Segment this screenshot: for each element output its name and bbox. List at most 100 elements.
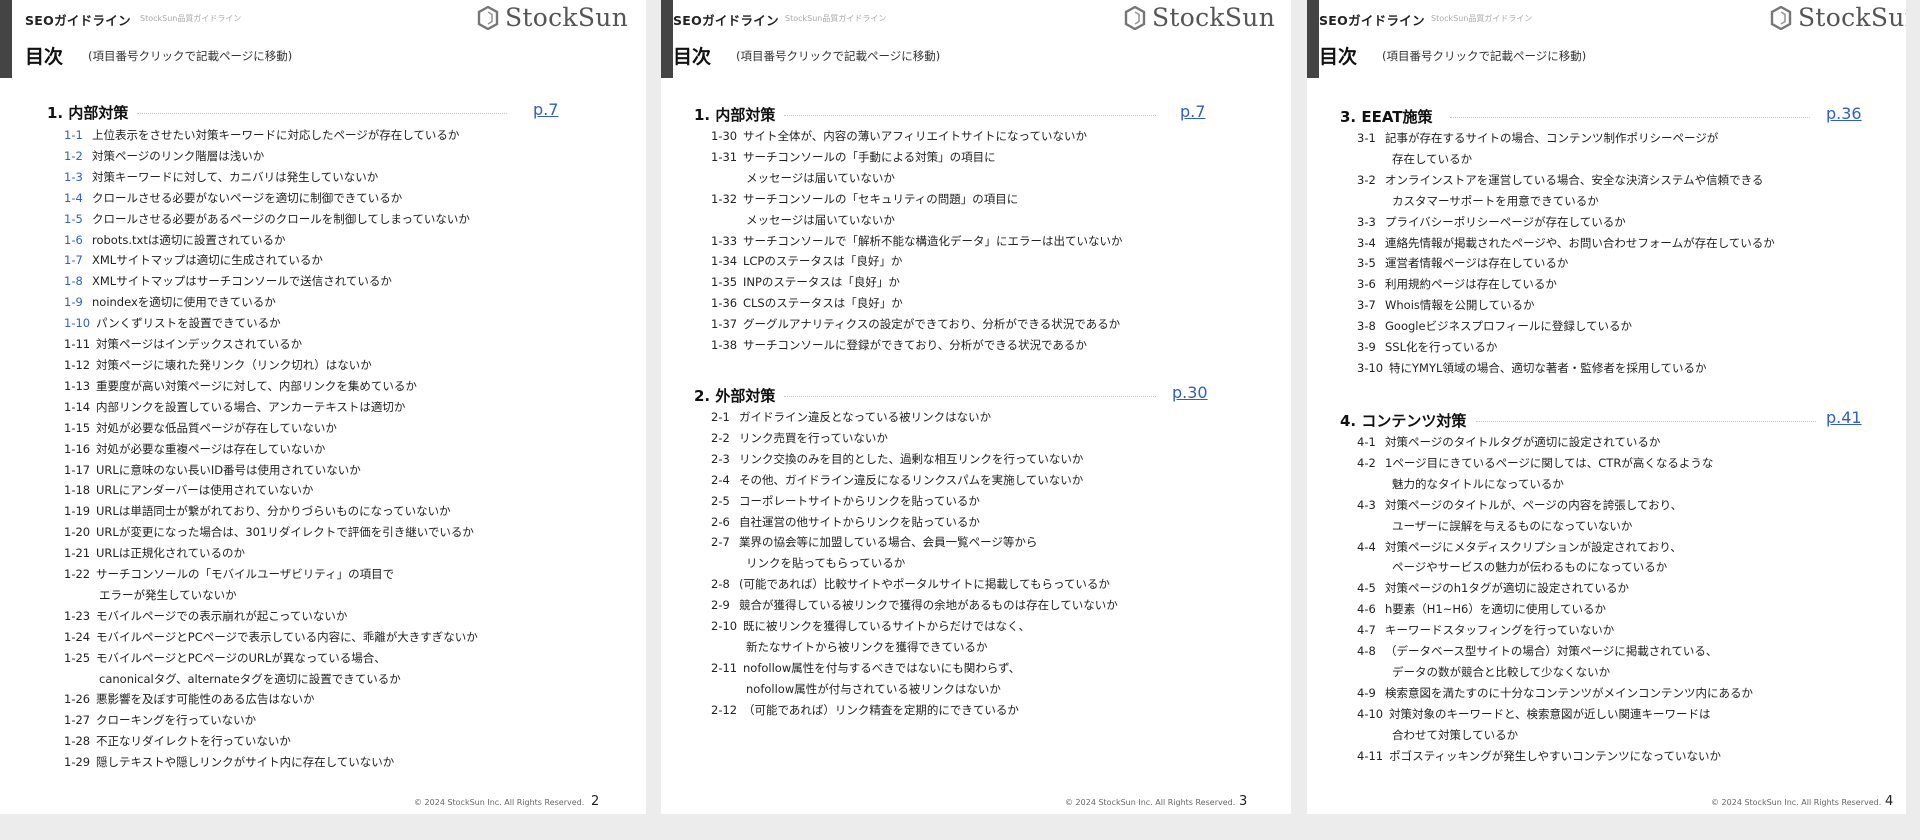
toc-item[interactable]: 3-6 利用規約ページは存在しているか — [1357, 274, 1775, 295]
toc-item[interactable]: 1-3 対策キーワードに対して、カニバリは発生していないか — [64, 167, 478, 188]
toc-item[interactable]: 4-1 対策ページのタイトルタグが適切に設定されているか — [1357, 432, 1753, 453]
toc-item[interactable]: 2-6 自社運営の他サイトからリンクを貼っているか — [711, 512, 1118, 533]
toc-item[interactable]: 1-12 対策ページに壊れた発リンク（リンク切れ）はないか — [64, 355, 478, 376]
toc-item[interactable]: 3-4 連絡先情報が掲載されたページや、お問い合わせフォームが存在しているか — [1357, 233, 1775, 254]
section-page-link[interactable]: p.36 — [1826, 104, 1862, 123]
toc-item[interactable]: 1-29 隠しテキストや隠しリンクがサイト内に存在していないか — [64, 752, 478, 773]
toc-item[interactable]: 1-10 パンくずリストを設置できているか — [64, 313, 478, 334]
toc-item[interactable]: 4-4 対策ページにメタディスクリプションが設定されており、 — [1357, 537, 1753, 558]
toc-item[interactable]: 4-3 対策ページのタイトルが、ページの内容を誇張しており、 — [1357, 495, 1753, 516]
toc-item[interactable]: 1-5 クロールさせる必要があるページのクロールを制御してしまっていないか — [64, 209, 478, 230]
toc-item[interactable]: 1-18 URLにアンダーバーは使用されていないか — [64, 480, 478, 501]
toc-item[interactable]: 4-6 h要素（H1~H6）を適切に使用しているか — [1357, 599, 1753, 620]
toc-item[interactable]: 魅力的なタイトルになっているか — [1357, 474, 1753, 495]
toc-item[interactable]: データの数が競合と比較して少なくないか — [1357, 662, 1753, 683]
toc-item[interactable]: 4-7 キーワードスタッフィングを行っていないか — [1357, 620, 1753, 641]
section-page-link[interactable]: p.7 — [533, 100, 558, 119]
toc-item[interactable]: カスタマーサポートを用意できているか — [1357, 191, 1775, 212]
toc-item[interactable]: 1-33 サーチコンソールで「解析不能な構造化データ」にエラーは出ていないか — [711, 231, 1123, 252]
toc-item[interactable]: 3-7 Whois情報を公開しているか — [1357, 295, 1775, 316]
toc-item[interactable]: 4-5 対策ページのh1タグが適切に設定されているか — [1357, 578, 1753, 599]
toc-item[interactable]: 1-17 URLに意味のない長いID番号は使用されていないか — [64, 460, 478, 481]
toc-item[interactable]: 3-1 記事が存在するサイトの場合、コンテンツ制作ポリシーページが — [1357, 128, 1775, 149]
toc-item[interactable]: 1-7 XMLサイトマップは適切に生成されているか — [64, 250, 478, 271]
toc-item[interactable]: 1-14 内部リンクを設置している場合、アンカーテキストは適切か — [64, 397, 478, 418]
toc-item[interactable]: 1-1 上位表示をさせたい対策キーワードに対応したページが存在しているか — [64, 125, 478, 146]
toc-item[interactable]: 4-2 1ページ目にきているページに関しては、CTRが高くなるような — [1357, 453, 1753, 474]
toc-item[interactable]: 1-4 クロールさせる必要がないページを適切に制御できているか — [64, 188, 478, 209]
toc-item[interactable]: 2-3 リンク交換のみを目的とした、過剰な相互リンクを行っていないか — [711, 449, 1118, 470]
toc-item[interactable]: ユーザーに誤解を与えるものになっていないか — [1357, 516, 1753, 537]
toc-item[interactable]: 合わせて対策しているか — [1357, 725, 1753, 746]
toc-item[interactable]: 2-11 nofollow属性を付与するべきではないにも関わらず、 — [711, 658, 1118, 679]
toc-item-number[interactable]: 1-7 — [64, 250, 92, 271]
toc-item[interactable]: ページやサービスの魅力が伝わるものになっているか — [1357, 557, 1753, 578]
section-page-link[interactable]: p.41 — [1826, 408, 1862, 427]
toc-item[interactable]: 3-8 Googleビジネスプロフィールに登録しているか — [1357, 316, 1775, 337]
toc-item[interactable]: 2-7 業界の協会等に加盟している場合、会員一覧ページ等から — [711, 532, 1118, 553]
toc-item[interactable]: 1-21 URLは正規化されているのか — [64, 543, 478, 564]
section-page-link[interactable]: p.7 — [1180, 102, 1205, 121]
toc-item[interactable]: 1-24 モバイルページとPCページで表示している内容に、乖離が大きすぎないか — [64, 627, 478, 648]
toc-item[interactable]: 1-30 サイト全体が、内容の薄いアフィリエイトサイトになっていないか — [711, 126, 1123, 147]
toc-item[interactable]: 1-28 不正なリダイレクトを行っていないか — [64, 731, 478, 752]
toc-item-number[interactable]: 1-8 — [64, 271, 92, 292]
toc-item[interactable]: 1-16 対処が必要な重複ページは存在していないか — [64, 439, 478, 460]
toc-item[interactable]: 2-9 競合が獲得している被リンクで獲得の余地があるものは存在していないか — [711, 595, 1118, 616]
toc-item[interactable]: メッセージは届いていないか — [711, 210, 1123, 231]
toc-item[interactable]: 2-8 (可能であれば）比較サイトやポータルサイトに掲載してもらっているか — [711, 574, 1118, 595]
toc-item[interactable]: 1-35 INPのステータスは「良好」か — [711, 272, 1123, 293]
toc-item[interactable]: 1-6 robots.txtは適切に設置されているか — [64, 230, 478, 251]
toc-item[interactable]: リンクを貼ってもらっているか — [711, 553, 1118, 574]
toc-item[interactable]: 1-22 サーチコンソールの「モバイルユーザビリティ」の項目で — [64, 564, 478, 585]
toc-item-number[interactable]: 1-9 — [64, 292, 92, 313]
toc-item[interactable]: 3-9 SSL化を行っているか — [1357, 337, 1775, 358]
toc-item[interactable]: 1-25 モバイルページとPCページのURLが異なっている場合、 — [64, 648, 478, 669]
toc-item[interactable]: 4-9 検索意図を満たすのに十分なコンテンツがメインコンテンツ内にあるか — [1357, 683, 1753, 704]
toc-item[interactable]: canonicalタグ、alternateタグを適切に設置できているか — [64, 669, 478, 690]
toc-item[interactable]: メッセージは届いていないか — [711, 168, 1123, 189]
toc-item-number[interactable]: 1-3 — [64, 167, 92, 188]
toc-item[interactable]: 1-11 対策ページはインデックスされているか — [64, 334, 478, 355]
toc-item[interactable]: エラーが発生していないか — [64, 585, 478, 606]
toc-item[interactable]: 1-9 noindexを適切に使用できているか — [64, 292, 478, 313]
toc-item[interactable]: 1-23 モバイルページでの表示崩れが起こっていないか — [64, 606, 478, 627]
toc-item[interactable]: nofollow属性が付与されている被リンクはないか — [711, 679, 1118, 700]
toc-item[interactable]: 1-19 URLは単語同士が繋がれており、分かりづらいものになっていないか — [64, 501, 478, 522]
toc-item[interactable]: 2-4 その他、ガイドライン違反になるリンクスパムを実施していないか — [711, 470, 1118, 491]
toc-item[interactable]: 新たなサイトから被リンクを獲得できているか — [711, 637, 1118, 658]
toc-item[interactable]: 1-37 グーグルアナリティクスの設定ができており、分析ができる状況であるか — [711, 314, 1123, 335]
toc-item[interactable]: 2-12 （可能であれば）リンク精査を定期的にできているか — [711, 700, 1118, 721]
toc-item[interactable]: 4-8 （データベース型サイトの場合）対策ページに掲載されている、 — [1357, 641, 1753, 662]
toc-item[interactable]: 4-11 ポゴスティッキングが発生しやすいコンテンツになっていないか — [1357, 746, 1753, 767]
toc-item[interactable]: 1-20 URLが変更になった場合は、301リダイレクトで評価を引き継いでいるか — [64, 522, 478, 543]
toc-item[interactable]: 存在しているか — [1357, 149, 1775, 170]
toc-item[interactable]: 1-15 対処が必要な低品質ページが存在していないか — [64, 418, 478, 439]
toc-item[interactable]: 3-2 オンラインストアを運営している場合、安全な決済システムや信頼できる — [1357, 170, 1775, 191]
toc-item[interactable]: 1-38 サーチコンソールに登録ができており、分析ができる状況であるか — [711, 335, 1123, 356]
toc-item[interactable]: 4-10 対策対象のキーワードと、検索意図が近しい関連キーワードは — [1357, 704, 1753, 725]
toc-item[interactable]: 3-10 特にYMYL領域の場合、適切な著者・監修者を採用しているか — [1357, 358, 1775, 379]
toc-item[interactable]: 1-27 クローキングを行っていないか — [64, 710, 478, 731]
toc-item-number[interactable]: 1-4 — [64, 188, 92, 209]
toc-item[interactable]: 1-13 重要度が高い対策ページに対して、内部リンクを集めているか — [64, 376, 478, 397]
toc-item[interactable]: 1-31 サーチコンソールの「手動による対策」の項目に — [711, 147, 1123, 168]
toc-item[interactable]: 3-3 プライバシーポリシーページが存在しているか — [1357, 212, 1775, 233]
toc-item[interactable]: 1-2 対策ページのリンク階層は浅いか — [64, 146, 478, 167]
toc-item[interactable]: 1-8 XMLサイトマップはサーチコンソールで送信されているか — [64, 271, 478, 292]
toc-item-number[interactable]: 1-10 — [64, 313, 96, 334]
toc-item[interactable]: 1-34 LCPのステータスは「良好」か — [711, 251, 1123, 272]
toc-item[interactable]: 3-5 運営者情報ページは存在しているか — [1357, 253, 1775, 274]
section-page-link[interactable]: p.30 — [1172, 383, 1208, 402]
toc-item-number[interactable]: 1-5 — [64, 209, 92, 230]
toc-item[interactable]: 1-26 悪影響を及ぼす可能性のある広告はないか — [64, 689, 478, 710]
toc-item[interactable]: 2-10 既に被リンクを獲得しているサイトからだけではなく、 — [711, 616, 1118, 637]
toc-item[interactable]: 2-1 ガイドライン違反となっている被リンクはないか — [711, 407, 1118, 428]
toc-item-number[interactable]: 1-6 — [64, 230, 92, 251]
toc-item-number[interactable]: 1-2 — [64, 146, 92, 167]
toc-item-number[interactable]: 1-1 — [64, 125, 92, 146]
toc-item[interactable]: 2-2 リンク売買を行っていないか — [711, 428, 1118, 449]
toc-item[interactable]: 1-32 サーチコンソールの「セキュリティの問題」の項目に — [711, 189, 1123, 210]
toc-item[interactable]: 1-36 CLSのステータスは「良好」か — [711, 293, 1123, 314]
toc-item[interactable]: 2-5 コーポレートサイトからリンクを貼っているか — [711, 491, 1118, 512]
